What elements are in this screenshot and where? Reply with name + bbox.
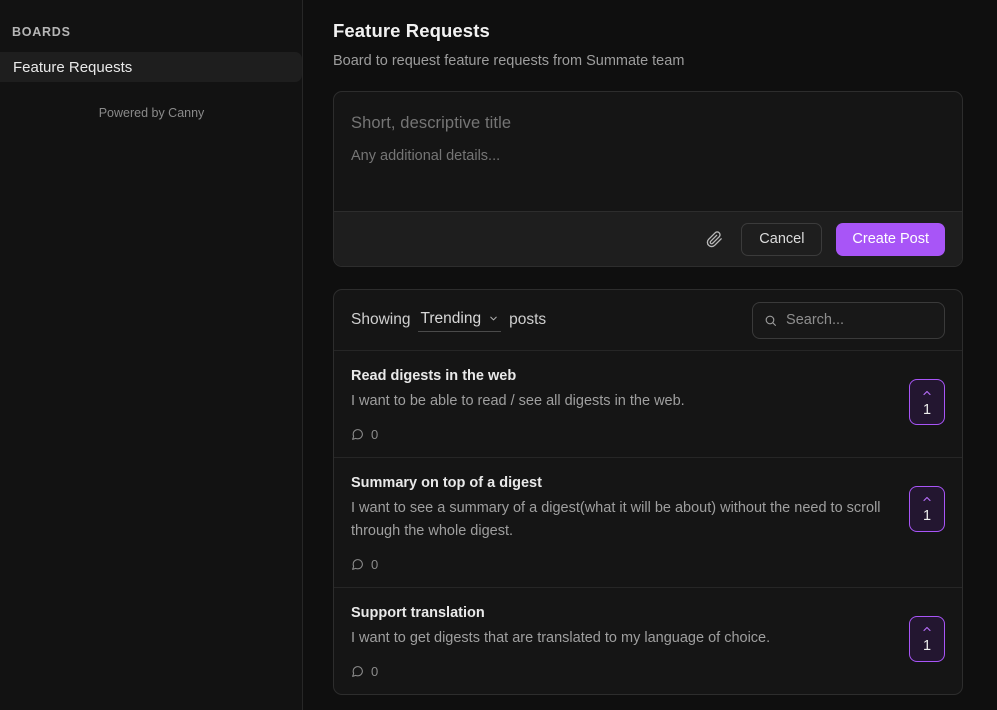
post-comment-meta: 0 (351, 664, 893, 679)
post-list-item-0[interactable]: Read digests in the web I want to be abl… (334, 351, 962, 458)
comment-count: 0 (371, 426, 379, 442)
post-description: I want to see a summary of a digest(what… (351, 499, 881, 539)
comment-count: 0 (371, 556, 379, 572)
compose-footer: Cancel Create Post (334, 211, 962, 266)
powered-by-label: Powered by Canny (98, 106, 205, 120)
chevron-down-icon (490, 316, 497, 321)
post-title: Summary on top of a digest (351, 474, 542, 491)
post-list-item-2[interactable]: Support translation I want to get digest… (334, 588, 962, 694)
showing-label: Showing (351, 311, 411, 328)
post-description: I want to get digests that are translate… (351, 629, 771, 646)
posts-container: Read digests in the web I want to be abl… (334, 351, 962, 694)
page-title: Feature Requests (333, 20, 490, 41)
post-list-item-1[interactable]: Summary on top of a digest I want to see… (334, 458, 962, 588)
post-comment-meta: 0 (351, 557, 893, 572)
sidebar-section-label: BOARDS (12, 25, 71, 39)
chevron-up-icon (923, 497, 931, 502)
posts-list-card: Showing Trending posts Read digests in t… (333, 289, 963, 695)
posts-label: posts (509, 311, 547, 328)
post-details-input[interactable] (351, 148, 945, 196)
upvote-count: 1 (922, 401, 932, 418)
comment-icon (352, 665, 363, 677)
cancel-button[interactable]: Cancel (741, 222, 823, 256)
chevron-up-icon (923, 627, 931, 632)
post-title: Read digests in the web (351, 368, 517, 384)
create-post-card: Cancel Create Post (333, 91, 963, 267)
upvote-button[interactable]: 1 (909, 615, 945, 662)
compose-body (334, 92, 962, 211)
sort-dropdown-value: Trending (420, 309, 482, 327)
post-title: Support translation (351, 604, 485, 621)
post-content: Read digests in the web I want to be abl… (351, 368, 909, 442)
post-description: I want to be able to read / see all dige… (351, 393, 685, 409)
comment-count: 0 (371, 663, 379, 679)
page-subtitle: Board to request feature requests from S… (333, 53, 685, 69)
sort-dropdown[interactable]: Trending (418, 309, 502, 332)
paperclip-icon[interactable] (701, 226, 727, 252)
app-root: BOARDS Feature Requests Powered by Canny… (0, 0, 997, 710)
upvote-count: 1 (922, 638, 932, 655)
sidebar-item-feature-requests[interactable]: Feature Requests (0, 52, 302, 82)
post-title-input[interactable] (351, 114, 945, 133)
search-box[interactable] (752, 301, 945, 339)
sidebar: BOARDS Feature Requests Powered by Canny (0, 0, 303, 710)
comment-icon (352, 558, 363, 570)
post-content: Support translation I want to get digest… (351, 605, 909, 679)
upvote-button[interactable]: 1 (909, 485, 945, 532)
post-comment-meta: 0 (351, 427, 893, 442)
search-icon (765, 315, 776, 326)
main-content: Feature Requests Board to request featur… (303, 0, 997, 710)
upvote-count: 1 (922, 508, 932, 525)
sidebar-item-label: Feature Requests (13, 58, 133, 76)
post-content: Summary on top of a digest I want to see… (351, 475, 909, 572)
search-input[interactable] (786, 312, 933, 328)
posts-list-header: Showing Trending posts (334, 290, 962, 351)
comment-icon (352, 428, 363, 440)
create-post-button[interactable]: Create Post (836, 222, 945, 256)
chevron-up-icon (923, 390, 931, 395)
upvote-button[interactable]: 1 (909, 379, 945, 425)
